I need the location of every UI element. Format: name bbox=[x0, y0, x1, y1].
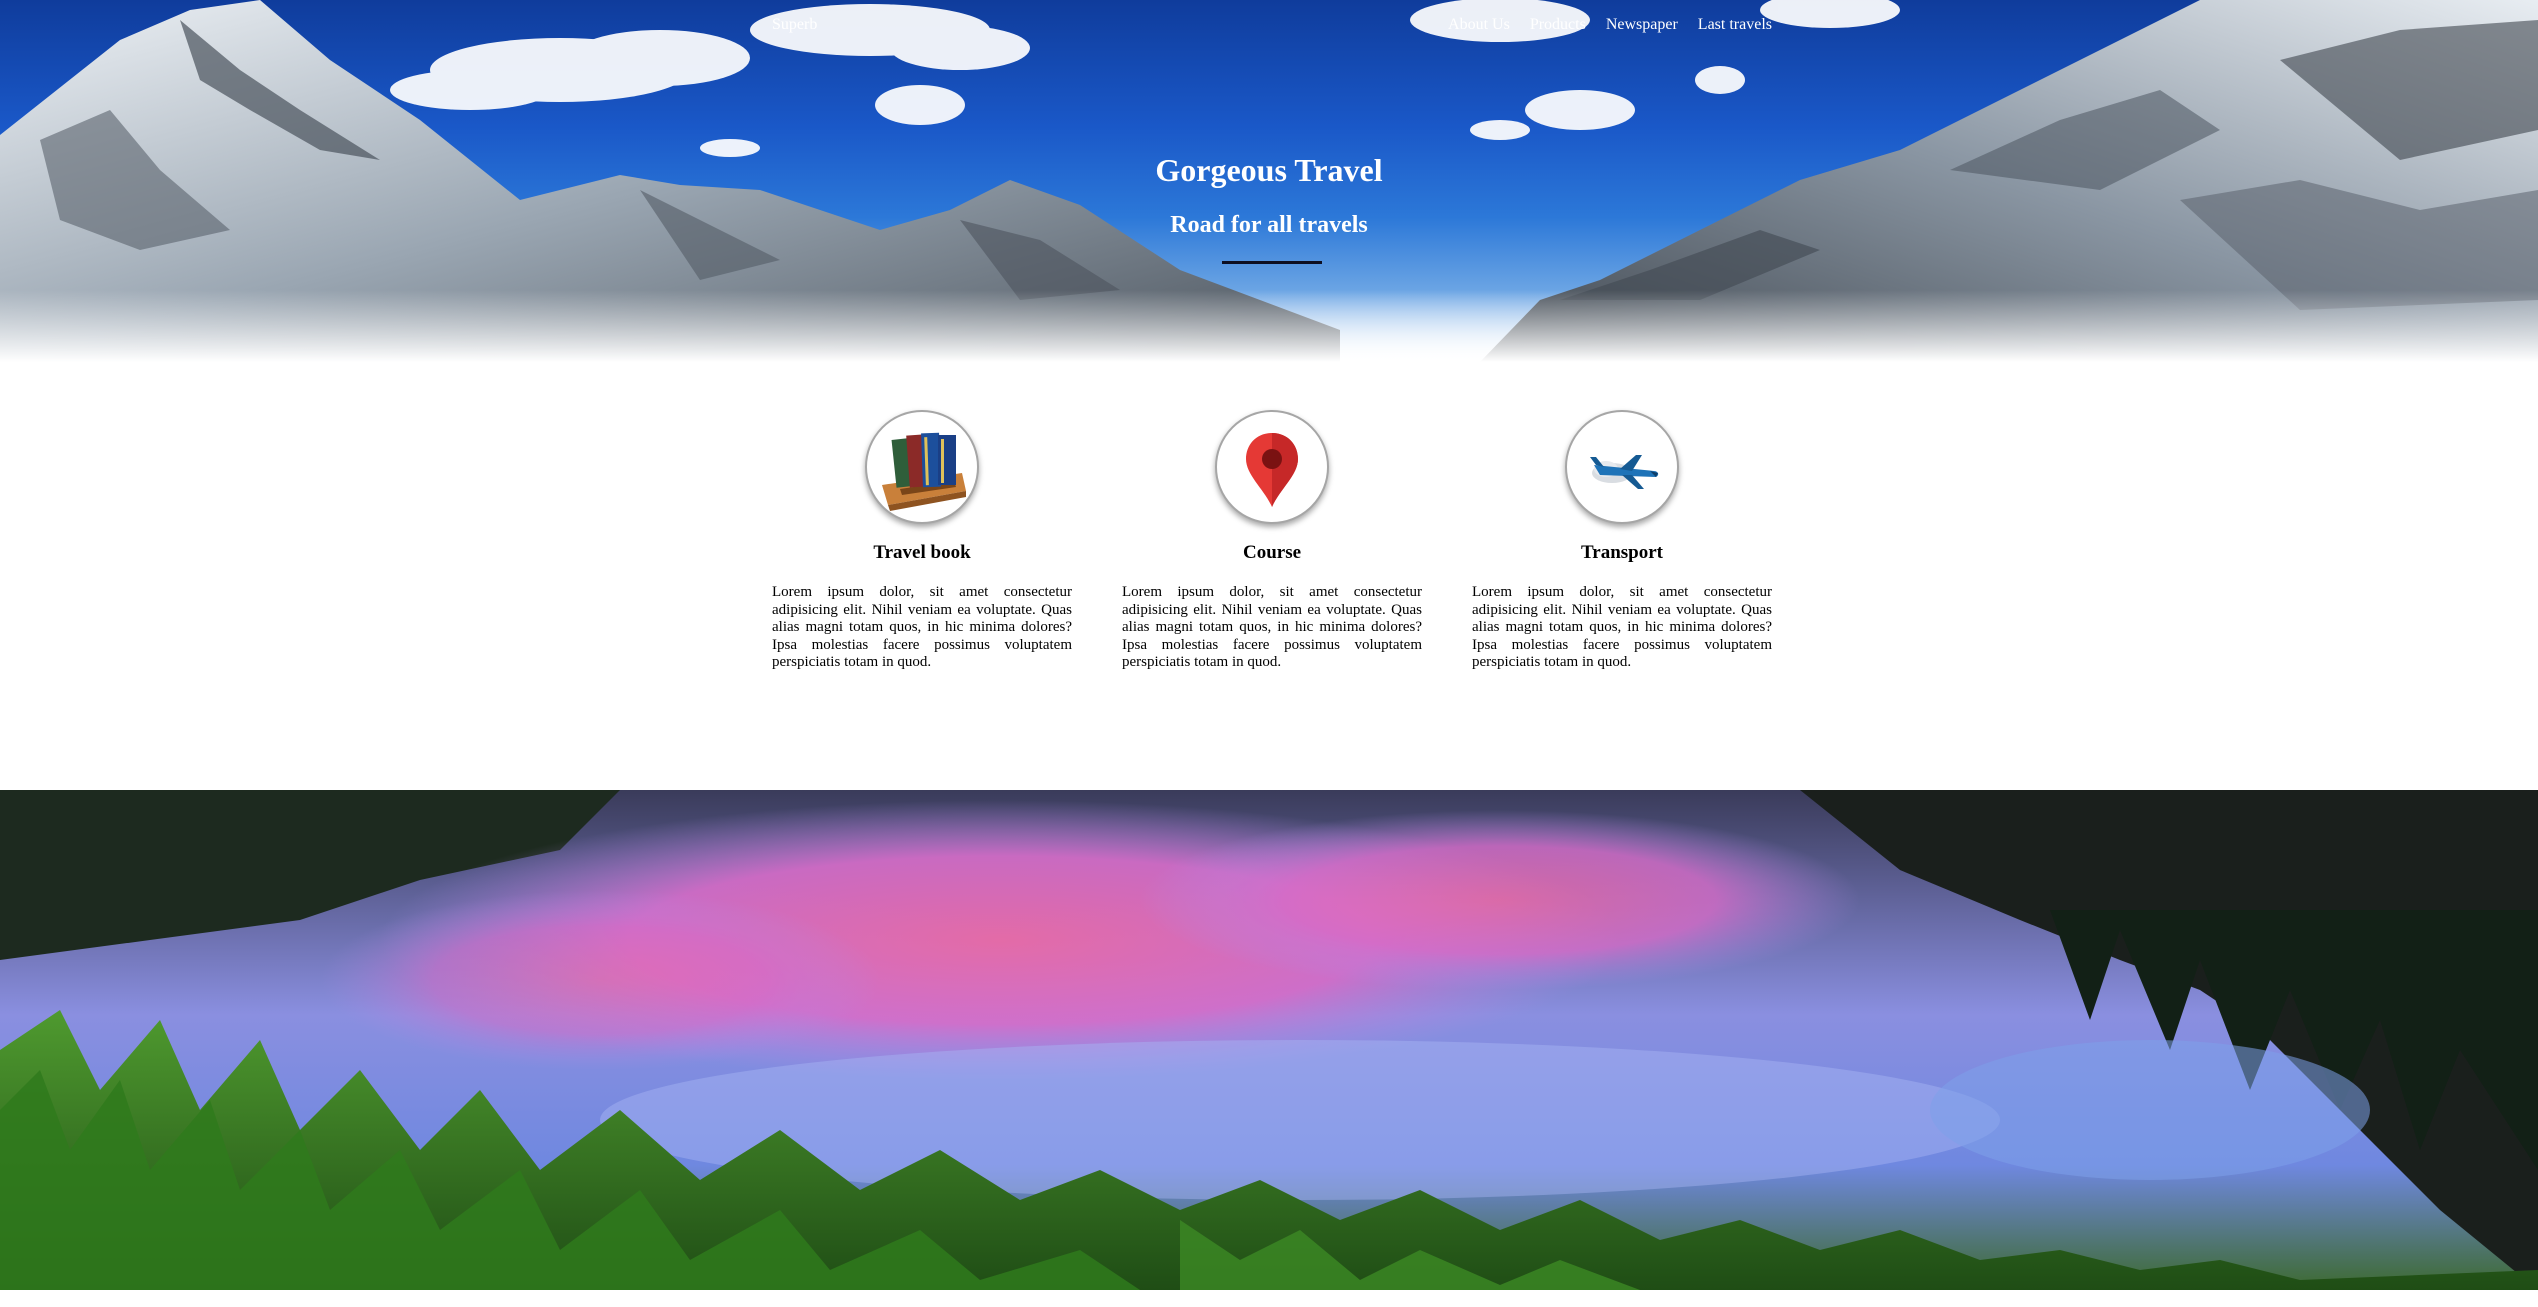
feature-card-transport: Transport Lorem ipsum dolor, sit amet co… bbox=[1472, 410, 1772, 700]
hero-banner: Superb About Us Products Newspaper Last … bbox=[0, 0, 2538, 362]
feature-title-travel-book: Travel book bbox=[873, 542, 971, 563]
hero-divider bbox=[1222, 261, 1322, 264]
feature-card-course: Course Lorem ipsum dolor, sit amet conse… bbox=[1122, 410, 1422, 700]
brand-logo-link[interactable]: Superb bbox=[772, 16, 817, 34]
feature-title-course: Course bbox=[1242, 542, 1302, 563]
books-icon[interactable] bbox=[865, 410, 979, 524]
nav-link-products[interactable]: Products bbox=[1530, 16, 1586, 34]
nav-menu: About Us Products Newspaper Last travels bbox=[1448, 16, 1772, 34]
nav-link-newspaper[interactable]: Newspaper bbox=[1606, 16, 1678, 34]
feature-text-course: Lorem ipsum dolor, sit amet consectetur … bbox=[1122, 584, 1422, 670]
hero-title: Gorgeous Travel bbox=[1155, 152, 1383, 188]
airplane-icon[interactable] bbox=[1565, 410, 1679, 524]
feature-card-travel-book: Travel book Lorem ipsum dolor, sit amet … bbox=[772, 410, 1072, 700]
feature-title-transport: Transport bbox=[1581, 542, 1663, 563]
map-pin-icon[interactable] bbox=[1215, 410, 1329, 524]
feature-text-transport: Lorem ipsum dolor, sit amet consectetur … bbox=[1472, 584, 1772, 670]
top-navbar: Superb About Us Products Newspaper Last … bbox=[772, 14, 1772, 38]
hero-subtitle: Road for all travels bbox=[1170, 212, 1368, 238]
lake-background-image bbox=[0, 790, 2538, 1290]
features-section: Travel book Lorem ipsum dolor, sit amet … bbox=[772, 410, 1772, 700]
feature-text-travel-book: Lorem ipsum dolor, sit amet consectetur … bbox=[772, 584, 1072, 670]
nav-link-about-us[interactable]: About Us bbox=[1448, 16, 1510, 34]
nav-link-last-travels[interactable]: Last travels bbox=[1698, 16, 1772, 34]
